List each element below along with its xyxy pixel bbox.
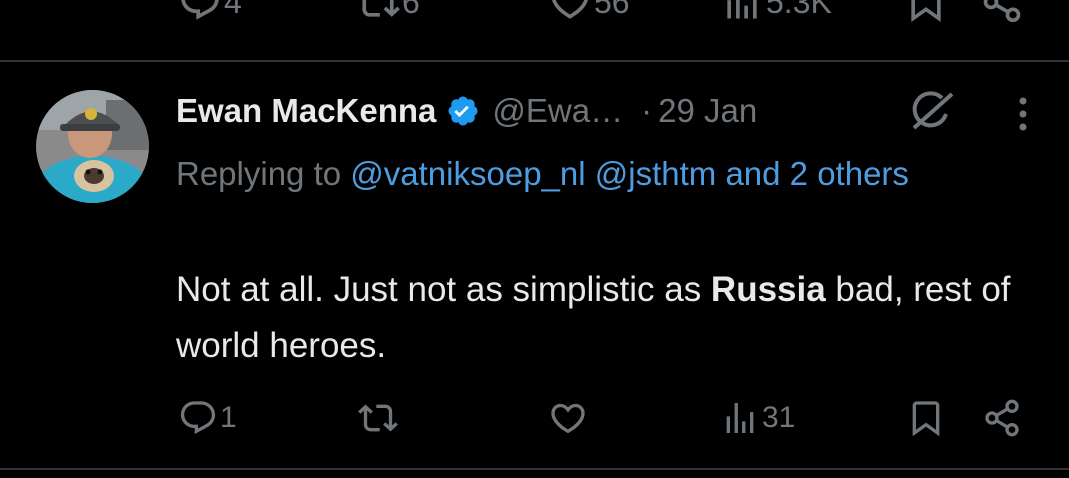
previous-tweet-actions: 4 6 56 5.3K (0, 0, 1069, 24)
repost-button[interactable] (358, 398, 400, 438)
tweet-text-bold: Russia (710, 270, 826, 309)
tweet-date[interactable]: 29 Jan (658, 92, 757, 130)
like-icon (548, 398, 588, 438)
views-count: 31 (762, 401, 796, 434)
verified-badge-icon[interactable] (446, 94, 480, 128)
avatar-image (36, 90, 149, 203)
tweet-text: Not at all. Just not as simplistic as Ru… (176, 262, 1026, 374)
prev-views-button[interactable]: 5.3K (720, 0, 832, 24)
reply-count: 1 (220, 401, 237, 434)
replying-to-line: Replying to @vatniksoep_nl @jsthtm and 2… (176, 146, 1006, 202)
prev-repost-count: 6 (402, 0, 420, 20)
prev-like-button[interactable]: 56 (548, 0, 630, 24)
tweet-text-part: Not at all. Just not as simplistic as (176, 270, 711, 309)
mention-link[interactable]: @vatniksoep_nl (350, 155, 585, 192)
tweet-divider-bottom (0, 468, 1069, 470)
repost-icon (356, 0, 400, 24)
prev-share-button[interactable] (980, 0, 1024, 24)
more-icon[interactable] (1012, 95, 1034, 140)
bookmark-button[interactable] (906, 398, 946, 438)
share-icon (982, 398, 1022, 438)
tweet-header: Ewan MacKenna @Ewa… · 29 Jan (176, 88, 757, 134)
repost-icon (358, 398, 398, 438)
views-icon (720, 398, 760, 438)
prev-reply-count: 4 (224, 0, 242, 20)
share-icon (980, 0, 1024, 24)
user-handle[interactable]: @Ewa… (492, 92, 623, 130)
views-button[interactable]: 31 (720, 398, 795, 438)
like-icon (548, 0, 592, 24)
prev-repost-button[interactable]: 6 (356, 0, 420, 24)
prev-views-count: 5.3K (766, 0, 832, 20)
avatar[interactable] (36, 90, 149, 203)
share-button[interactable] (982, 398, 1022, 438)
and-others-link[interactable]: and 2 others (725, 155, 908, 192)
header-separator: · (641, 92, 653, 129)
mention-link[interactable]: @jsthtm (595, 155, 717, 192)
prev-like-count: 56 (594, 0, 630, 20)
replying-to-label: Replying to (176, 155, 342, 192)
like-button[interactable] (548, 398, 590, 438)
grok-icon[interactable] (906, 88, 956, 139)
display-name[interactable]: Ewan MacKenna (176, 92, 436, 130)
bookmark-icon (904, 0, 948, 24)
prev-reply-button[interactable]: 4 (178, 0, 242, 24)
bookmark-icon (906, 398, 946, 438)
reply-icon (178, 0, 222, 24)
views-icon (720, 0, 764, 24)
prev-bookmark-button[interactable] (904, 0, 948, 24)
reply-icon (178, 398, 218, 438)
tweet-divider-top (0, 60, 1069, 62)
reply-button[interactable]: 1 (178, 398, 237, 438)
